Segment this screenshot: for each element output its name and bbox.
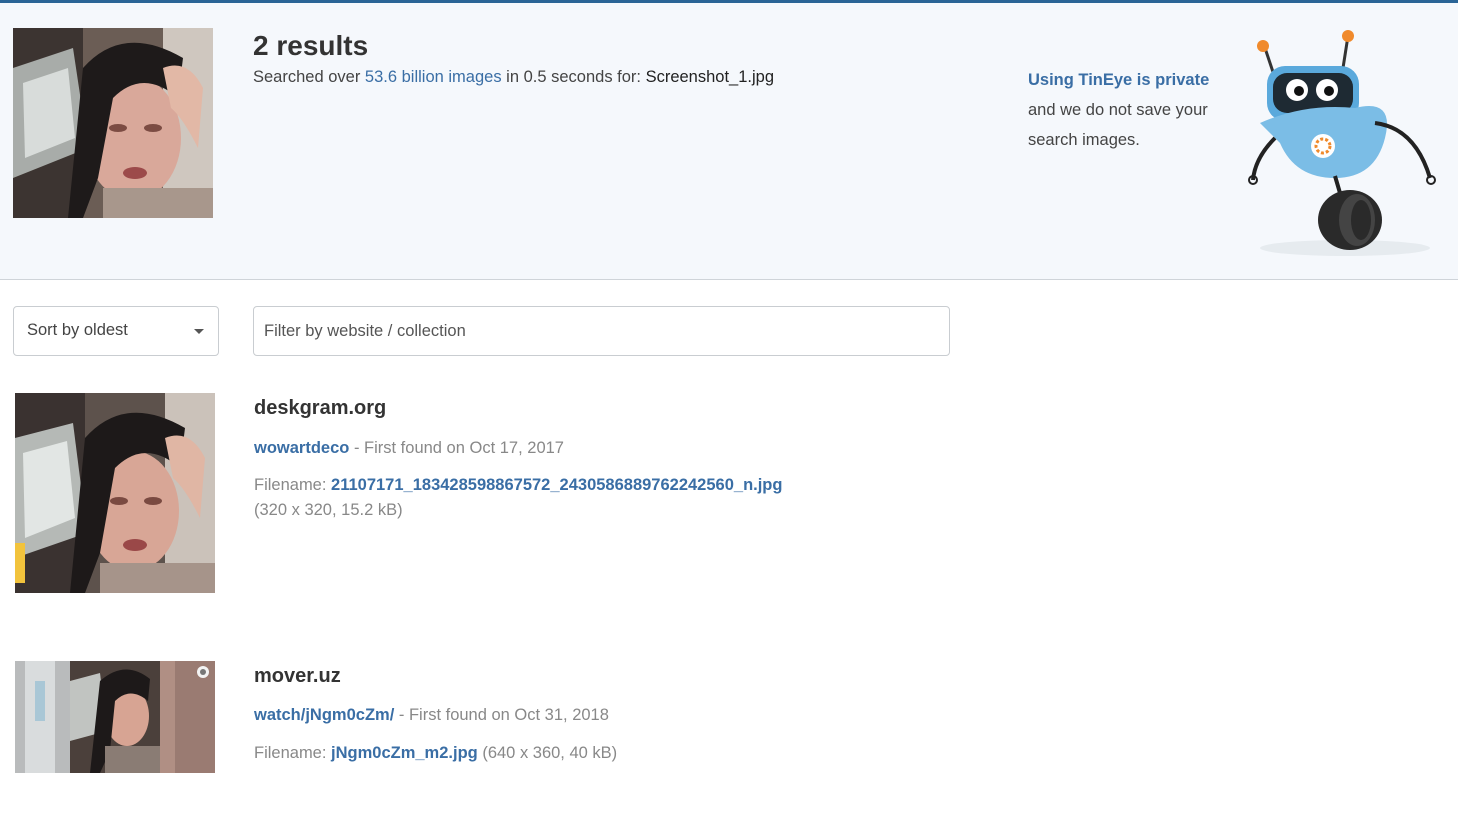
search-meta-prefix: Searched over <box>253 68 365 86</box>
privacy-link[interactable]: Using TinEye is private <box>1028 71 1209 89</box>
query-image-thumbnail[interactable] <box>13 28 213 218</box>
result-domain[interactable]: mover.uz <box>254 665 341 688</box>
filter-input[interactable] <box>253 306 950 356</box>
result-filename-link[interactable]: jNgm0cZm_m2.jpg <box>331 744 478 762</box>
result-item: mover.uz watch/jNgm0cZm/ - First found o… <box>0 661 1000 773</box>
sort-dropdown-label: Sort by oldest <box>27 321 128 339</box>
result-source-line: watch/jNgm0cZm/ - First found on Oct 31,… <box>254 706 609 725</box>
search-summary-header: 2 results Searched over 53.6 billion ima… <box>0 3 1458 280</box>
search-meta-middle: in 0.5 seconds for: <box>501 68 646 86</box>
sort-dropdown[interactable]: Sort by oldest <box>13 306 219 356</box>
filename-label: Filename: <box>254 476 332 494</box>
search-meta: Searched over 53.6 billion images in 0.5… <box>253 68 774 87</box>
result-image-details: (640 x 360, 40 kB) <box>477 744 618 762</box>
result-filename-line: Filename: 21107171_183428598867572_24305… <box>254 476 782 495</box>
tineye-robot-mascot-icon <box>1245 28 1445 263</box>
result-filename-line: Filename: jNgm0cZm_m2.jpg (640 x 360, 40… <box>254 744 617 763</box>
result-image-details: (320 x 320, 15.2 kB) <box>254 501 403 519</box>
caret-down-icon <box>194 329 204 334</box>
result-found-date: - First found on Oct 31, 2018 <box>394 706 609 724</box>
result-thumbnail[interactable] <box>15 393 215 593</box>
result-filename-link[interactable]: 21107171_183428598867572_243058688976224… <box>331 476 782 494</box>
results-count: 2 results <box>253 30 369 61</box>
result-domain[interactable]: deskgram.org <box>254 397 386 420</box>
result-found-date: - First found on Oct 17, 2017 <box>349 439 564 457</box>
result-thumbnail[interactable] <box>15 661 215 773</box>
result-source-line: wowartdeco - First found on Oct 17, 2017 <box>254 439 564 458</box>
indexed-images-link[interactable]: 53.6 billion images <box>365 68 502 86</box>
result-item: deskgram.org wowartdeco - First found on… <box>0 393 1000 593</box>
result-source-link[interactable]: wowartdeco <box>254 439 349 457</box>
result-source-link[interactable]: watch/jNgm0cZm/ <box>254 706 394 724</box>
filename-label: Filename: <box>254 744 332 762</box>
privacy-notice: Using TinEye is private and we do not sa… <box>1028 65 1238 155</box>
privacy-text: and we do not save your search images. <box>1028 101 1208 149</box>
searched-filename: Screenshot_1.jpg <box>645 68 775 86</box>
